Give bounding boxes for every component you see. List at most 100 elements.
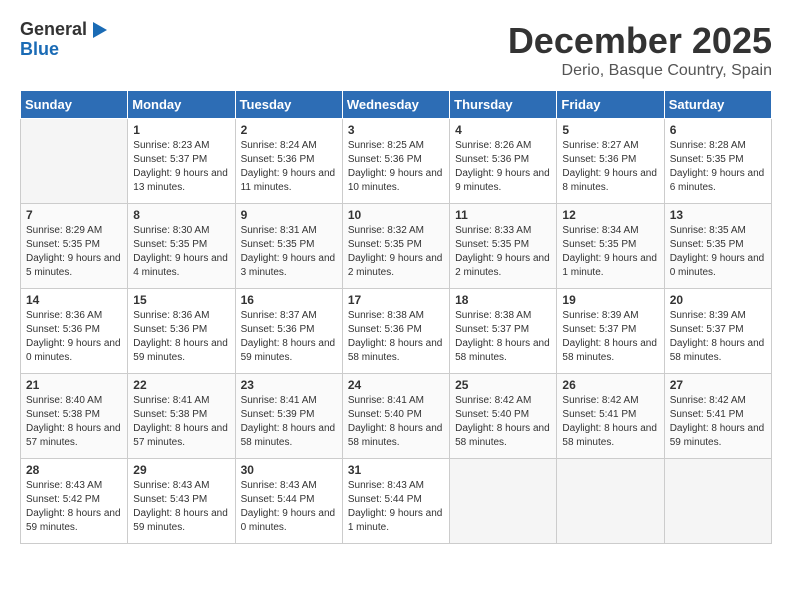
day-number: 10 [348,208,444,222]
day-number: 22 [133,378,229,392]
calendar-cell: 10 Sunrise: 8:32 AMSunset: 5:35 PMDayligh… [342,204,449,289]
calendar-cell: 15 Sunrise: 8:36 AMSunset: 5:36 PMDayligh… [128,289,235,374]
day-number: 14 [26,293,122,307]
weekday-header: Tuesday [235,91,342,119]
day-info: Sunrise: 8:41 AMSunset: 5:38 PMDaylight:… [133,394,229,450]
calendar-cell: 31 Sunrise: 8:43 AMSunset: 5:44 PMDayligh… [342,459,449,544]
day-number: 26 [562,378,658,392]
day-number: 20 [670,293,766,307]
weekday-header: Thursday [450,91,557,119]
day-info: Sunrise: 8:27 AMSunset: 5:36 PMDaylight:… [562,139,658,195]
calendar-week-row: 1 Sunrise: 8:23 AMSunset: 5:37 PMDaylight… [21,119,772,204]
day-number: 25 [455,378,551,392]
day-info: Sunrise: 8:42 AMSunset: 5:40 PMDaylight:… [455,394,551,450]
day-number: 2 [241,123,337,137]
day-info: Sunrise: 8:23 AMSunset: 5:37 PMDaylight:… [133,139,229,195]
calendar-cell: 3 Sunrise: 8:25 AMSunset: 5:36 PMDaylight… [342,119,449,204]
day-number: 12 [562,208,658,222]
day-number: 19 [562,293,658,307]
day-info: Sunrise: 8:25 AMSunset: 5:36 PMDaylight:… [348,139,444,195]
calendar-cell: 20 Sunrise: 8:39 AMSunset: 5:37 PMDayligh… [664,289,771,374]
day-number: 1 [133,123,229,137]
day-info: Sunrise: 8:29 AMSunset: 5:35 PMDaylight:… [26,224,122,280]
day-number: 29 [133,463,229,477]
calendar-cell: 13Sunrise: 8:35 AMSunset: 5:35 PMDayligh… [664,204,771,289]
calendar-cell: 2 Sunrise: 8:24 AMSunset: 5:36 PMDaylight… [235,119,342,204]
location-subtitle: Derio, Basque Country, Spain [508,62,772,80]
calendar-cell [664,459,771,544]
day-number: 17 [348,293,444,307]
calendar-cell: 22 Sunrise: 8:41 AMSunset: 5:38 PMDayligh… [128,374,235,459]
day-info: Sunrise: 8:43 AMSunset: 5:44 PMDaylight:… [241,479,337,535]
weekday-header: Friday [557,91,664,119]
day-info: Sunrise: 8:38 AMSunset: 5:36 PMDaylight:… [348,309,444,365]
day-number: 27 [670,378,766,392]
day-number: 31 [348,463,444,477]
calendar-week-row: 28Sunrise: 8:43 AMSunset: 5:42 PMDayligh… [21,459,772,544]
day-info: Sunrise: 8:39 AMSunset: 5:37 PMDaylight:… [670,309,766,365]
day-number: 16 [241,293,337,307]
calendar-cell: 5Sunrise: 8:27 AMSunset: 5:36 PMDaylight… [557,119,664,204]
day-number: 15 [133,293,229,307]
calendar-cell: 6 Sunrise: 8:28 AMSunset: 5:35 PMDaylight… [664,119,771,204]
weekday-header: Saturday [664,91,771,119]
calendar-cell: 28Sunrise: 8:43 AMSunset: 5:42 PMDayligh… [21,459,128,544]
calendar-cell: 1 Sunrise: 8:23 AMSunset: 5:37 PMDaylight… [128,119,235,204]
day-number: 9 [241,208,337,222]
calendar-cell: 30 Sunrise: 8:43 AMSunset: 5:44 PMDayligh… [235,459,342,544]
month-year-title: December 2025 [508,20,772,62]
day-info: Sunrise: 8:41 AMSunset: 5:40 PMDaylight:… [348,394,444,450]
day-info: Sunrise: 8:26 AMSunset: 5:36 PMDaylight:… [455,139,551,195]
day-info: Sunrise: 8:39 AMSunset: 5:37 PMDaylight:… [562,309,658,365]
calendar-cell: 21 Sunrise: 8:40 AMSunset: 5:38 PMDayligh… [21,374,128,459]
day-info: Sunrise: 8:34 AMSunset: 5:35 PMDaylight:… [562,224,658,280]
day-number: 24 [348,378,444,392]
calendar-cell [21,119,128,204]
calendar-week-row: 7Sunrise: 8:29 AMSunset: 5:35 PMDaylight… [21,204,772,289]
day-info: Sunrise: 8:43 AMSunset: 5:43 PMDaylight:… [133,479,229,535]
calendar-cell: 19 Sunrise: 8:39 AMSunset: 5:37 PMDayligh… [557,289,664,374]
weekday-header-row: SundayMondayTuesdayWednesdayThursdayFrid… [21,91,772,119]
calendar-cell: 24 Sunrise: 8:41 AMSunset: 5:40 PMDayligh… [342,374,449,459]
weekday-header: Monday [128,91,235,119]
day-info: Sunrise: 8:30 AMSunset: 5:35 PMDaylight:… [133,224,229,280]
day-number: 28 [26,463,122,477]
day-info: Sunrise: 8:31 AMSunset: 5:35 PMDaylight:… [241,224,337,280]
day-info: Sunrise: 8:36 AMSunset: 5:36 PMDaylight:… [133,309,229,365]
calendar-cell: 27Sunrise: 8:42 AMSunset: 5:41 PMDayligh… [664,374,771,459]
logo: GeneralBlue [20,20,109,60]
day-info: Sunrise: 8:37 AMSunset: 5:36 PMDaylight:… [241,309,337,365]
day-number: 30 [241,463,337,477]
day-info: Sunrise: 8:40 AMSunset: 5:38 PMDaylight:… [26,394,122,450]
calendar-week-row: 14 Sunrise: 8:36 AMSunset: 5:36 PMDayligh… [21,289,772,374]
weekday-header: Sunday [21,91,128,119]
day-info: Sunrise: 8:28 AMSunset: 5:35 PMDaylight:… [670,139,766,195]
weekday-header: Wednesday [342,91,449,119]
calendar-week-row: 21 Sunrise: 8:40 AMSunset: 5:38 PMDayligh… [21,374,772,459]
calendar-cell: 11Sunrise: 8:33 AMSunset: 5:35 PMDayligh… [450,204,557,289]
calendar-cell: 12 Sunrise: 8:34 AMSunset: 5:35 PMDayligh… [557,204,664,289]
day-number: 18 [455,293,551,307]
calendar-cell: 7Sunrise: 8:29 AMSunset: 5:35 PMDaylight… [21,204,128,289]
calendar-cell: 29 Sunrise: 8:43 AMSunset: 5:43 PMDayligh… [128,459,235,544]
day-number: 13 [670,208,766,222]
day-number: 21 [26,378,122,392]
day-number: 6 [670,123,766,137]
calendar-cell: 16 Sunrise: 8:37 AMSunset: 5:36 PMDayligh… [235,289,342,374]
calendar-cell: 8 Sunrise: 8:30 AMSunset: 5:35 PMDaylight… [128,204,235,289]
calendar-cell: 23Sunrise: 8:41 AMSunset: 5:39 PMDayligh… [235,374,342,459]
calendar-table: SundayMondayTuesdayWednesdayThursdayFrid… [20,90,772,544]
calendar-cell: 17 Sunrise: 8:38 AMSunset: 5:36 PMDayligh… [342,289,449,374]
day-number: 3 [348,123,444,137]
calendar-cell [557,459,664,544]
day-info: Sunrise: 8:32 AMSunset: 5:35 PMDaylight:… [348,224,444,280]
day-number: 8 [133,208,229,222]
calendar-cell [450,459,557,544]
day-info: Sunrise: 8:36 AMSunset: 5:36 PMDaylight:… [26,309,122,365]
day-info: Sunrise: 8:43 AMSunset: 5:44 PMDaylight:… [348,479,444,535]
calendar-cell: 4Sunrise: 8:26 AMSunset: 5:36 PMDaylight… [450,119,557,204]
calendar-cell: 14 Sunrise: 8:36 AMSunset: 5:36 PMDayligh… [21,289,128,374]
day-info: Sunrise: 8:24 AMSunset: 5:36 PMDaylight:… [241,139,337,195]
day-number: 11 [455,208,551,222]
calendar-cell: 9 Sunrise: 8:31 AMSunset: 5:35 PMDaylight… [235,204,342,289]
